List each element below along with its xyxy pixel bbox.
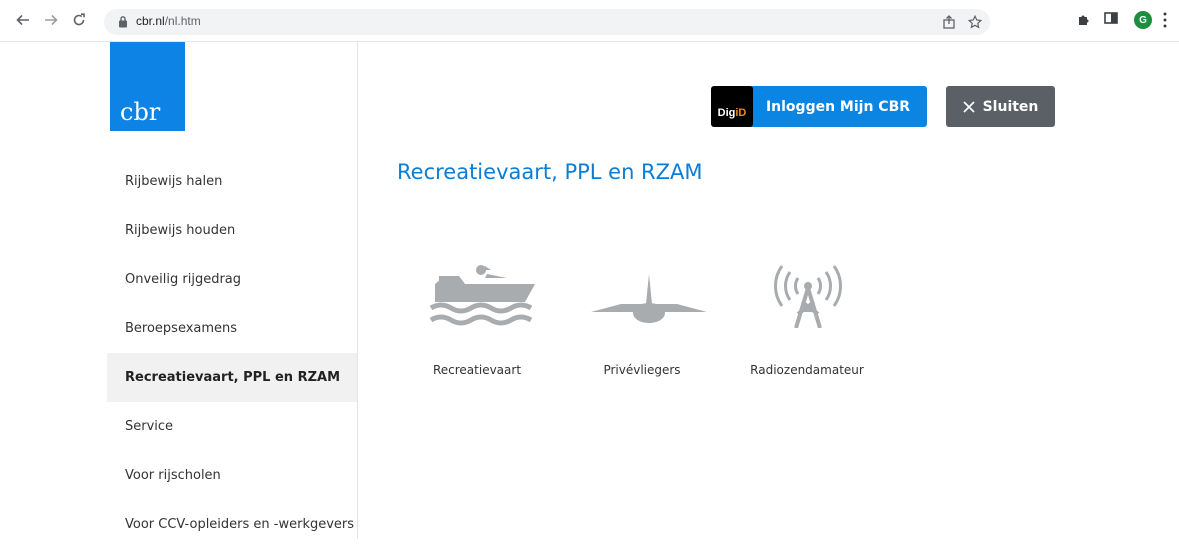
star-icon[interactable] <box>968 15 982 29</box>
page-content: cbr Rijbewijs halen Rijbewijs houden Onv… <box>0 42 1179 539</box>
arrow-left-icon <box>16 14 29 26</box>
browser-toolbar: cbr.nl/nl.htm G <box>0 0 1179 42</box>
sidebar-item-label: Rijbewijs houden <box>125 223 236 238</box>
close-icon <box>963 100 975 113</box>
airplane-icon <box>591 274 707 323</box>
login-label: Inloggen Mijn CBR <box>765 98 911 115</box>
arrow-right-icon <box>45 14 58 26</box>
sidebar-divider <box>357 42 358 539</box>
sidebar-item-label: Rijbewijs halen <box>125 174 223 189</box>
close-button[interactable]: Sluiten <box>946 86 1055 127</box>
tile-privevliegers[interactable]: Privévliegers <box>567 262 717 377</box>
share-icon[interactable] <box>942 15 956 29</box>
tile-recreatievaart[interactable]: Recreatievaart <box>402 262 552 377</box>
sidebar-item-label: Recreatievaart, PPL en RZAM <box>125 370 341 385</box>
sidebar-item-beroepsexamens[interactable]: Beroepsexamens <box>107 304 357 353</box>
tile-radiozendamateur[interactable]: Radiozendamateur <box>732 262 882 377</box>
sidebar-item-voor-ccv-opleiders[interactable]: Voor CCV-opleiders en -werkgevers <box>107 500 357 549</box>
sidebar-item-onveilig-rijgedrag[interactable]: Onveilig rijgedrag <box>107 255 357 304</box>
sidebar-item-label: Voor CCV-opleiders en -werkgevers <box>125 517 355 532</box>
back-button[interactable] <box>12 9 34 31</box>
cbr-logo[interactable]: cbr <box>110 42 185 131</box>
tile-label: Recreatievaart <box>432 363 522 377</box>
sidebar-menu: Rijbewijs halen Rijbewijs houden Onveili… <box>107 157 357 549</box>
page-title: Recreatievaart, PPL en RZAM <box>397 160 703 184</box>
close-label: Sluiten <box>982 98 1039 115</box>
more-menu-icon[interactable] <box>1163 12 1167 28</box>
sidebar-item-label: Onveilig rijgedrag <box>125 272 242 287</box>
sidebar-item-label: Voor rijscholen <box>125 468 221 483</box>
forward-button[interactable] <box>40 9 62 31</box>
sidebar-item-voor-rijscholen[interactable]: Voor rijscholen <box>107 451 357 500</box>
side-panel-icon[interactable] <box>1104 11 1118 25</box>
sidebar-item-service[interactable]: Service <box>107 402 357 451</box>
digid-logo: Dig iD <box>711 86 753 127</box>
extensions-icon[interactable] <box>1076 11 1092 27</box>
tile-label: Privévliegers <box>603 363 681 377</box>
profile-avatar[interactable]: G <box>1134 11 1152 29</box>
sidebar-item-rijbewijs-houden[interactable]: Rijbewijs houden <box>107 206 357 255</box>
radio-tower-icon <box>774 265 842 328</box>
reload-button[interactable] <box>68 9 90 31</box>
url-text: cbr.nl/nl.htm <box>136 14 201 28</box>
boat-icon <box>429 265 535 326</box>
sidebar-item-label: Beroepsexamens <box>125 321 238 336</box>
login-mijn-cbr-button[interactable]: Dig iD Inloggen Mijn CBR <box>711 86 927 127</box>
sidebar-item-label: Service <box>125 419 174 434</box>
sidebar-item-rijbewijs-halen[interactable]: Rijbewijs halen <box>107 157 357 206</box>
sidebar: cbr Rijbewijs halen Rijbewijs houden Onv… <box>107 42 357 539</box>
logo-text: cbr <box>120 98 161 126</box>
reload-icon <box>73 13 85 26</box>
address-bar[interactable]: cbr.nl/nl.htm <box>104 9 990 35</box>
sidebar-item-recreatievaart[interactable]: Recreatievaart, PPL en RZAM <box>107 353 357 402</box>
tile-label: Radiozendamateur <box>750 363 864 377</box>
lock-icon <box>119 16 127 28</box>
